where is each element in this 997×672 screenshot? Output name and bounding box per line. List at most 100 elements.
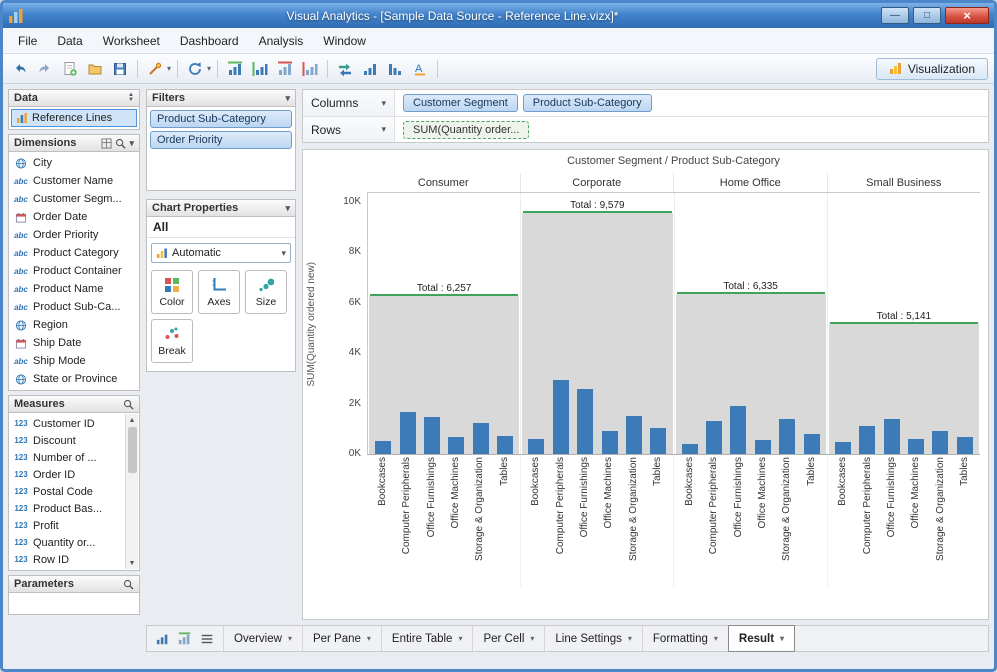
- bar-office-machines[interactable]: [754, 440, 771, 454]
- bar-bookcases[interactable]: [681, 443, 698, 454]
- dimension-item-order-priority[interactable]: abc Order Priority: [9, 226, 139, 244]
- measure-item-profit[interactable]: 123 Profit: [9, 517, 125, 534]
- dimension-item-product-sub-ca[interactable]: abc Product Sub-Ca...: [9, 298, 139, 316]
- filter-pill-order-priority[interactable]: Order Priority: [150, 131, 292, 149]
- dimension-item-ship-date[interactable]: Ship Date: [9, 334, 139, 352]
- bar-storage-organization[interactable]: [472, 423, 489, 454]
- bar-computer-peripherals[interactable]: [706, 421, 723, 454]
- open-button[interactable]: [84, 58, 106, 80]
- size-button[interactable]: Size: [245, 270, 287, 314]
- sheet-list-button[interactable]: [197, 629, 217, 649]
- data-source-item[interactable]: Reference Lines: [11, 109, 137, 127]
- swap-axes-button[interactable]: [334, 58, 356, 80]
- measures-scrollbar[interactable]: ▲ ▼: [125, 414, 138, 569]
- column-pill-customer-segment[interactable]: Customer Segment: [403, 94, 518, 112]
- bar-office-machines[interactable]: [448, 437, 465, 454]
- bar-tables[interactable]: [650, 427, 667, 454]
- tab-overview[interactable]: Overview ▾: [224, 626, 303, 651]
- view-grid-icon[interactable]: [101, 137, 113, 149]
- measure-item-number-of[interactable]: 123 Number of ...: [9, 449, 125, 466]
- tab-entire-table[interactable]: Entire Table ▾: [382, 626, 474, 651]
- new-worksheet-button[interactable]: [59, 58, 81, 80]
- save-button[interactable]: [109, 58, 131, 80]
- color-button[interactable]: Color: [151, 270, 193, 314]
- chart-properties-header[interactable]: Chart Properties ▾: [146, 199, 296, 217]
- parameters-header[interactable]: Parameters: [8, 575, 140, 593]
- dimension-item-state-or-province[interactable]: State or Province: [9, 370, 139, 388]
- search-icon[interactable]: [123, 399, 134, 410]
- measure-item-row-id[interactable]: 123 Row ID: [9, 551, 125, 568]
- bar-office-machines[interactable]: [601, 430, 618, 454]
- row-pill-sum-quantity-order[interactable]: SUM(Quantity order...: [403, 120, 530, 139]
- bar-office-machines[interactable]: [908, 439, 925, 454]
- bar-computer-peripherals[interactable]: [399, 411, 416, 454]
- menu-item-window[interactable]: Window: [314, 30, 375, 52]
- tab-formatting[interactable]: Formatting ▾: [643, 626, 729, 651]
- undo-button[interactable]: [9, 58, 31, 80]
- measure-item-postal-code[interactable]: 123 Postal Code: [9, 483, 125, 500]
- dimension-item-city[interactable]: City: [9, 154, 139, 172]
- dimension-item-product-container[interactable]: abc Product Container: [9, 262, 139, 280]
- measure-item-order-id[interactable]: 123 Order ID: [9, 466, 125, 483]
- bar-tables[interactable]: [497, 436, 514, 454]
- bar-computer-peripherals[interactable]: [859, 426, 876, 454]
- measure-item-quantity-or[interactable]: 123 Quantity or...: [9, 534, 125, 551]
- format-tool-button[interactable]: [144, 58, 166, 80]
- dimension-item-product-category[interactable]: abc Product Category: [9, 244, 139, 262]
- show-labels-button[interactable]: A: [409, 58, 431, 80]
- dimension-item-region[interactable]: Region: [9, 316, 139, 334]
- column-pill-product-sub-category[interactable]: Product Sub-Category: [522, 94, 652, 112]
- chevron-down-icon[interactable]: ▾: [129, 138, 134, 149]
- sort-descending-button[interactable]: [384, 58, 406, 80]
- dimension-item-ship-mode[interactable]: abc Ship Mode: [9, 352, 139, 370]
- axes-button[interactable]: Axes: [198, 270, 240, 314]
- data-panel-header[interactable]: Data ▲ ▼: [8, 89, 140, 107]
- menu-item-file[interactable]: File: [9, 30, 46, 52]
- bar-office-furnishings[interactable]: [883, 418, 900, 454]
- scroll-down-icon[interactable]: ▼: [129, 557, 136, 569]
- reference-line[interactable]: [676, 292, 825, 295]
- break-button[interactable]: Break: [151, 319, 193, 363]
- dimension-item-customer-name[interactable]: abc Customer Name: [9, 172, 139, 190]
- bar-storage-organization[interactable]: [932, 431, 949, 454]
- bar-computer-peripherals[interactable]: [552, 380, 569, 454]
- maximize-button[interactable]: □: [913, 7, 941, 24]
- tab-result[interactable]: Result ▾: [727, 625, 796, 652]
- chevron-down-icon[interactable]: ▾: [285, 203, 290, 214]
- reference-line[interactable]: [829, 322, 978, 325]
- dimension-item-order-date[interactable]: Order Date: [9, 208, 139, 226]
- refresh-button[interactable]: [184, 58, 206, 80]
- tab-line-settings[interactable]: Line Settings ▾: [545, 626, 643, 651]
- chart-type-select[interactable]: Automatic ▾: [151, 243, 291, 263]
- measure-item-product-bas[interactable]: 123 Product Bas...: [9, 500, 125, 517]
- remove-column-shelf-button[interactable]: [299, 58, 321, 80]
- scroll-up-icon[interactable]: ▲: [129, 414, 136, 426]
- dimensions-header[interactable]: Dimensions ▾: [8, 134, 140, 152]
- menu-item-data[interactable]: Data: [48, 30, 91, 52]
- bar-office-furnishings[interactable]: [577, 388, 594, 454]
- search-icon[interactable]: [123, 579, 134, 590]
- minimize-button[interactable]: —: [881, 7, 909, 24]
- bar-bookcases[interactable]: [375, 440, 392, 454]
- bar-bookcases[interactable]: [834, 441, 851, 454]
- new-sheet-button[interactable]: [153, 629, 173, 649]
- menu-item-analysis[interactable]: Analysis: [250, 30, 313, 52]
- remove-row-shelf-button[interactable]: [274, 58, 296, 80]
- bar-storage-organization[interactable]: [779, 418, 796, 454]
- menu-item-worksheet[interactable]: Worksheet: [94, 30, 169, 52]
- measure-item-customer-id[interactable]: 123 Customer ID: [9, 415, 125, 432]
- chevron-down-icon[interactable]: ▾: [285, 93, 290, 104]
- reference-line[interactable]: [370, 294, 519, 297]
- bar-storage-organization[interactable]: [625, 415, 642, 454]
- dimension-item-product-name[interactable]: abc Product Name: [9, 280, 139, 298]
- measures-header[interactable]: Measures: [8, 395, 140, 413]
- columns-shelf-button[interactable]: Columns ▾: [303, 90, 395, 116]
- bar-office-furnishings[interactable]: [423, 417, 440, 454]
- rows-shelf-button[interactable]: Rows ▾: [303, 117, 395, 142]
- duplicate-sheet-button[interactable]: [175, 629, 195, 649]
- sort-ascending-button[interactable]: [359, 58, 381, 80]
- tab-per-pane[interactable]: Per Pane ▾: [303, 626, 382, 651]
- menu-item-dashboard[interactable]: Dashboard: [171, 30, 248, 52]
- close-button[interactable]: ×: [945, 7, 989, 24]
- search-icon[interactable]: [115, 138, 127, 149]
